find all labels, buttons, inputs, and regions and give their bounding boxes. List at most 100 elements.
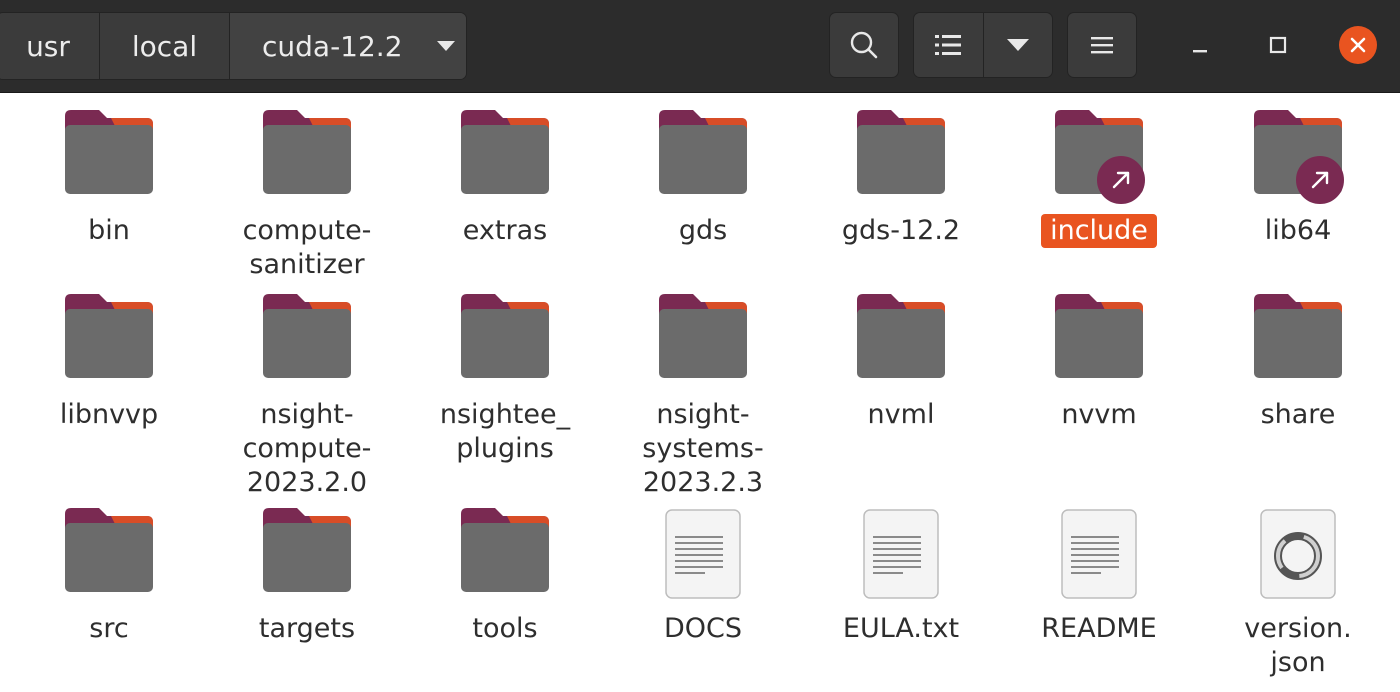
folder-icon: [461, 294, 549, 378]
file-icon-container: [59, 292, 159, 392]
folder-icon: [1055, 294, 1143, 378]
file-name-label: targets: [258, 613, 356, 644]
file-icon-container: [851, 506, 951, 606]
file-item[interactable]: lib64: [1199, 108, 1397, 248]
file-icon-container: [1049, 292, 1149, 392]
file-item[interactable]: targets: [208, 506, 406, 646]
file-icon-container: [851, 292, 951, 392]
file-item[interactable]: nvml: [802, 292, 1000, 432]
file-item[interactable]: gds-12.2: [802, 108, 1000, 248]
headerbar: usr local cuda-12.2: [0, 0, 1400, 93]
file-item[interactable]: compute-sanitizer: [208, 108, 406, 282]
symlink-arrow-icon: [1296, 156, 1344, 204]
breadcrumb-local[interactable]: local: [100, 13, 230, 79]
list-view-button[interactable]: [914, 13, 984, 77]
chevron-down-icon: [436, 41, 455, 51]
file-item[interactable]: include: [1000, 108, 1198, 248]
folder-icon: [659, 294, 747, 378]
search-button[interactable]: [829, 12, 899, 78]
file-name-label: libnvvp: [59, 399, 159, 430]
hamburger-menu-icon: [1091, 37, 1113, 54]
text-file-icon: [1061, 509, 1137, 599]
file-name-label: nsight-compute- 2023.2.0: [242, 399, 372, 498]
file-item[interactable]: version. json: [1199, 506, 1397, 680]
file-icon-container: [1248, 292, 1348, 392]
file-name-label: bin: [88, 215, 130, 246]
file-item[interactable]: libnvvp: [10, 292, 208, 432]
file-icon-container: [455, 506, 555, 606]
file-item[interactable]: nsightee_ plugins: [406, 292, 604, 466]
file-name-label: nvml: [867, 399, 935, 430]
search-icon: [850, 31, 878, 59]
file-name-label: include: [1041, 214, 1157, 248]
text-file-icon: [863, 509, 939, 599]
folder-icon: [65, 508, 153, 592]
file-item[interactable]: src: [10, 506, 208, 646]
file-item[interactable]: nvvm: [1000, 292, 1198, 432]
file-icon-container: [1049, 108, 1149, 208]
file-icon-container: [455, 292, 555, 392]
file-icon-container: [257, 506, 357, 606]
file-icon-container: [653, 506, 753, 606]
file-name-label: src: [89, 613, 129, 644]
file-name-label: extras: [462, 215, 548, 246]
file-icon-container: [59, 108, 159, 208]
chevron-down-icon: [1006, 39, 1029, 51]
close-icon: [1339, 26, 1377, 64]
json-file-icon: [1260, 509, 1336, 599]
text-file-icon: [665, 509, 741, 599]
maximize-button[interactable]: [1258, 25, 1298, 65]
folder-icon: [1254, 294, 1342, 378]
symlink-arrow-icon: [1097, 156, 1145, 204]
file-icon-container: [257, 292, 357, 392]
file-icon-container: [851, 108, 951, 208]
file-item[interactable]: DOCS: [604, 506, 802, 646]
breadcrumb-label: local: [131, 29, 198, 63]
file-item[interactable]: bin: [10, 108, 208, 248]
file-item[interactable]: share: [1199, 292, 1397, 432]
main-menu-button[interactable]: [1067, 12, 1137, 78]
folder-icon: [461, 110, 549, 194]
folder-icon: [65, 110, 153, 194]
breadcrumb-label: cuda-12.2: [262, 29, 403, 63]
minimize-icon: [1193, 50, 1207, 53]
file-name-label: nsight-systems- 2023.2.3: [642, 399, 764, 498]
folder-icon: [65, 294, 153, 378]
view-options-button[interactable]: [983, 13, 1052, 77]
file-icon-container: [1248, 108, 1348, 208]
file-item[interactable]: nsight-systems- 2023.2.3: [604, 292, 802, 500]
file-item[interactable]: tools: [406, 506, 604, 646]
file-icon-container: [653, 292, 753, 392]
file-item[interactable]: EULA.txt: [802, 506, 1000, 646]
file-item[interactable]: gds: [604, 108, 802, 248]
file-name-label: tools: [472, 613, 538, 644]
breadcrumb: usr local cuda-12.2: [0, 12, 467, 80]
file-name-label: EULA.txt: [842, 613, 960, 644]
file-name-label: gds-12.2: [841, 215, 961, 246]
maximize-icon: [1269, 36, 1287, 54]
file-item[interactable]: nsight-compute- 2023.2.0: [208, 292, 406, 500]
file-name-label: version. json: [1244, 613, 1352, 678]
file-name-label: README: [1041, 613, 1157, 644]
close-button[interactable]: [1338, 25, 1378, 65]
file-name-label: nsightee_ plugins: [439, 399, 571, 464]
file-icon-container: [455, 108, 555, 208]
file-name-label: DOCS: [663, 613, 743, 644]
folder-icon: [857, 294, 945, 378]
list-view-icon: [935, 35, 962, 55]
minimize-button[interactable]: [1180, 25, 1220, 65]
file-icon-container: [1049, 506, 1149, 606]
breadcrumb-label: usr: [26, 29, 70, 63]
folder-icon: [263, 508, 351, 592]
folder-icon: [857, 110, 945, 194]
file-name-label: compute-sanitizer: [242, 215, 372, 280]
file-name-label: share: [1260, 399, 1336, 430]
file-item[interactable]: README: [1000, 506, 1198, 646]
file-name-label: nvvm: [1061, 399, 1137, 430]
breadcrumb-current-folder[interactable]: cuda-12.2: [230, 13, 466, 79]
breadcrumb-usr[interactable]: usr: [0, 13, 100, 79]
file-icon-container: [1248, 506, 1348, 606]
file-icon-container: [59, 506, 159, 606]
file-icon-container: [653, 108, 753, 208]
file-item[interactable]: extras: [406, 108, 604, 248]
